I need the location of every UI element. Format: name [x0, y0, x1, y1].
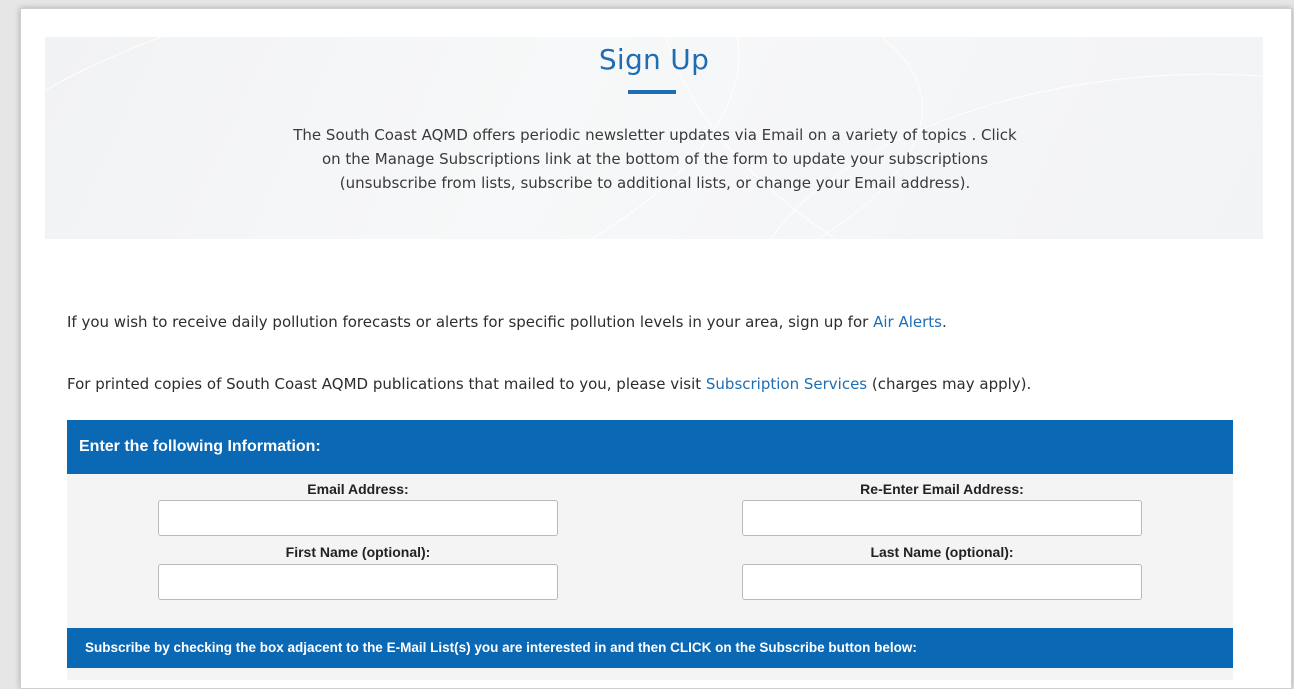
email-field[interactable] — [158, 500, 558, 536]
email-label: Email Address: — [307, 481, 409, 497]
signup-description: The South Coast AQMD offers periodic new… — [225, 123, 1085, 195]
last-name-field[interactable] — [742, 564, 1142, 600]
signup-page: Sign Up The South Coast AQMD offers peri… — [20, 8, 1292, 689]
subscription-services-link[interactable]: Subscription Services — [706, 375, 867, 393]
reenter-email-field[interactable] — [742, 500, 1142, 536]
air-alerts-link[interactable]: Air Alerts — [873, 313, 942, 331]
air-alerts-info: If you wish to receive daily pollution f… — [67, 313, 947, 331]
page-title: Sign Up — [598, 43, 710, 76]
reenter-email-label: Re-Enter Email Address: — [860, 481, 1024, 497]
first-name-field[interactable] — [158, 564, 558, 600]
title-underline — [628, 90, 676, 94]
description-line: (unsubscribe from lists, subscribe to ad… — [339, 174, 971, 192]
first-name-label: First Name (optional): — [285, 544, 431, 560]
signup-form: Enter the following Information: Email A… — [67, 420, 1233, 680]
printed-copies-text: For printed copies of South Coast AQMD p… — [67, 375, 706, 393]
description-line: on the Manage Subscriptions link at the … — [321, 150, 989, 168]
signup-hero: Sign Up The South Coast AQMD offers peri… — [45, 37, 1263, 239]
last-name-label: Last Name (optional): — [870, 544, 1014, 560]
printed-copies-suffix: (charges may apply). — [867, 375, 1032, 393]
air-alerts-text: If you wish to receive daily pollution f… — [67, 313, 874, 331]
printed-copies-info: For printed copies of South Coast AQMD p… — [67, 375, 1031, 393]
air-alerts-suffix: . — [941, 313, 947, 331]
subscribe-instructions: Subscribe by checking the box adjacent t… — [67, 628, 1233, 668]
form-header: Enter the following Information: — [67, 420, 1233, 474]
description-line: The South Coast AQMD offers periodic new… — [293, 126, 1017, 144]
